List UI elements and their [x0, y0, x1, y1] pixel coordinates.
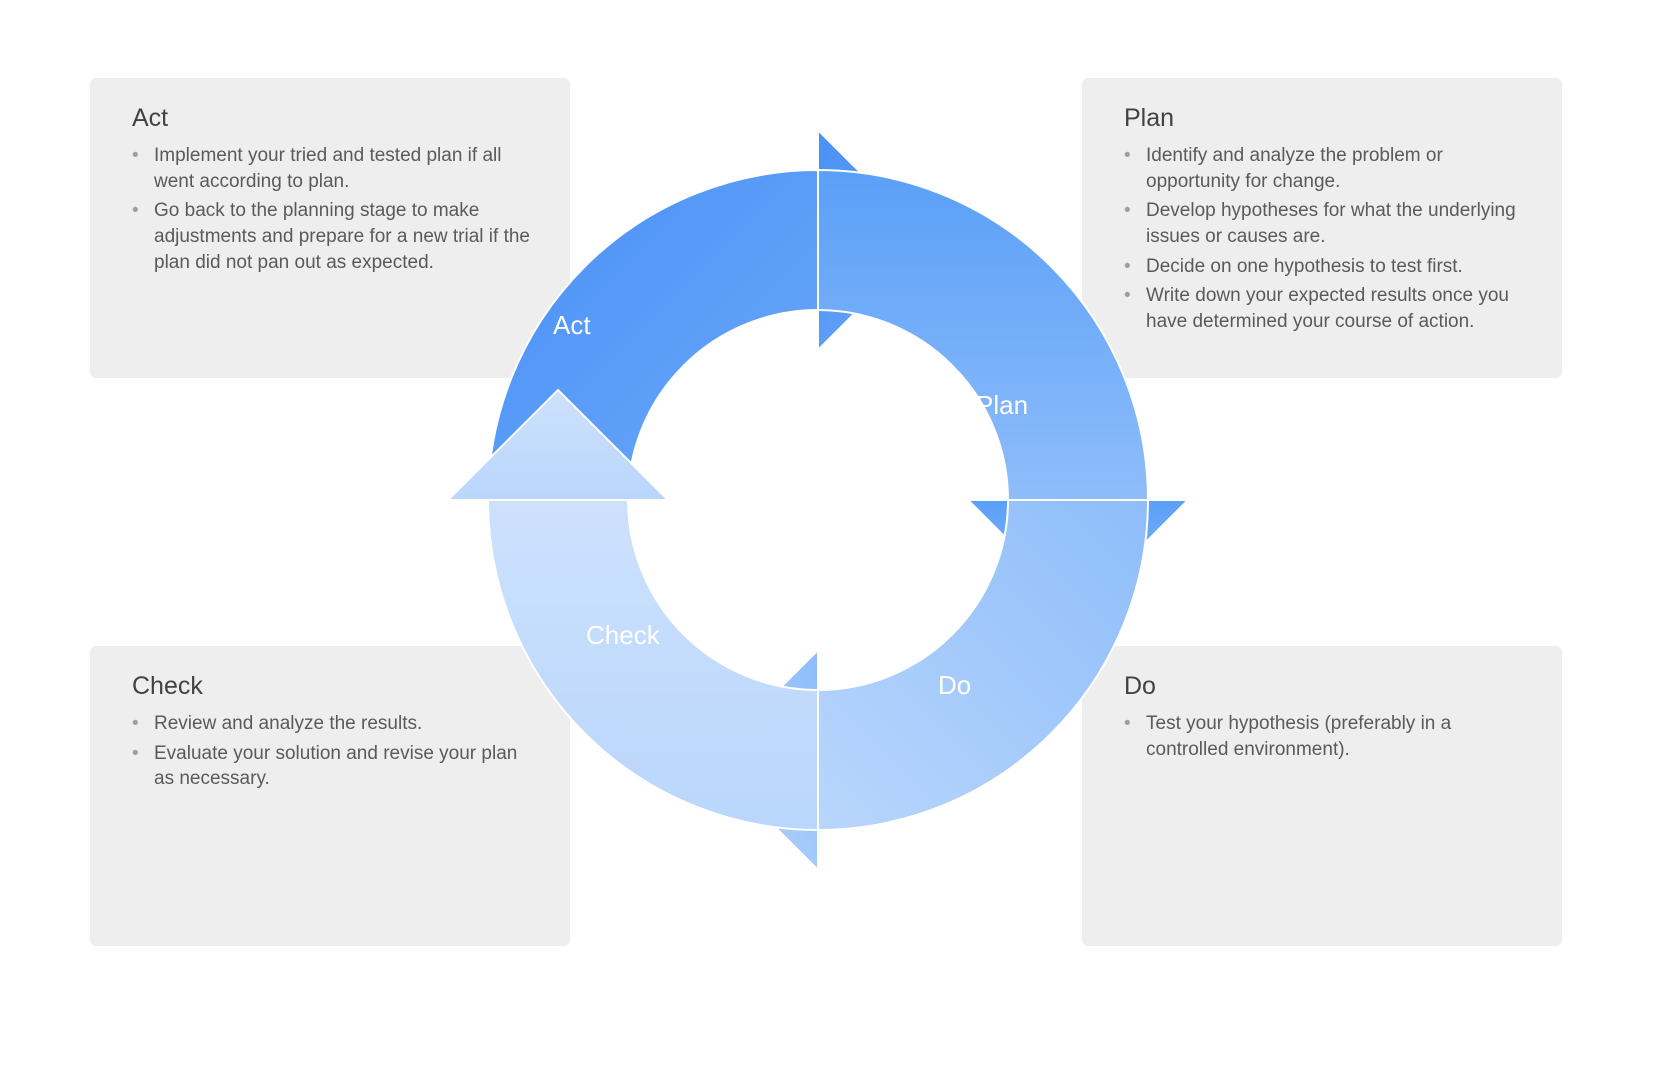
panel-title: Plan	[1124, 104, 1528, 133]
panel-title: Act	[132, 104, 536, 133]
pdca-cycle: Act Plan Do Check	[448, 130, 1188, 870]
pdca-cycle-svg	[448, 130, 1188, 870]
